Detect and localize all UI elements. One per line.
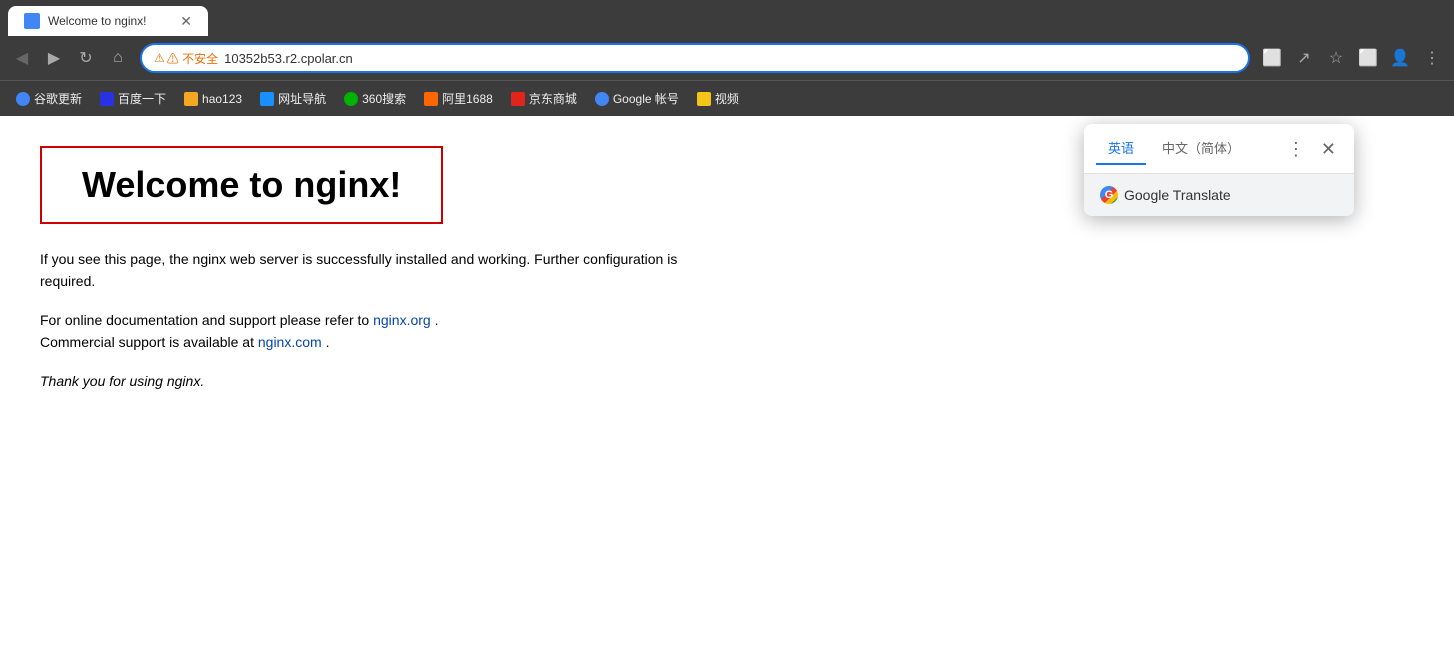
- translate-text: Translate: [1173, 187, 1231, 203]
- translate-popup: 英语 中文（简体） ⋮ ✕ G Google Translate: [1084, 124, 1354, 216]
- bookmark-wangzhi[interactable]: 网址导航: [252, 86, 334, 111]
- cast-button[interactable]: ⬜: [1258, 44, 1286, 72]
- tab-favicon: [24, 13, 40, 29]
- security-warning-text: ⚠ 不安全: [167, 50, 218, 67]
- bookmark-hao123[interactable]: hao123: [176, 88, 250, 110]
- bookmark-ali1688-label: 阿里1688: [442, 90, 493, 107]
- home-button[interactable]: ⌂: [104, 44, 132, 72]
- nav-right-controls: ⬜ ↗ ☆ ⬜ 👤 ⋮: [1258, 44, 1446, 72]
- bookmark-button[interactable]: ☆: [1322, 44, 1350, 72]
- bookmark-baidu[interactable]: 百度一下: [92, 86, 174, 111]
- nginx-p2-text-before: For online documentation and support ple…: [40, 312, 373, 328]
- bookmark-google-account[interactable]: Google 帐号: [587, 86, 687, 111]
- browser-frame: Welcome to nginx! ✕ ◀ ▶ ↻ ⌂ ⚠ ⚠ 不安全 1035…: [0, 0, 1454, 646]
- tab-close-button[interactable]: ✕: [180, 13, 192, 30]
- bookmark-baidu-label: 百度一下: [118, 90, 166, 107]
- nginx-p2-text-after: Commercial support is available at: [40, 334, 258, 350]
- share-button[interactable]: ↗: [1290, 44, 1318, 72]
- tab-title: Welcome to nginx!: [48, 14, 172, 28]
- translate-google-label: Google Translate: [1124, 187, 1231, 203]
- warning-icon: ⚠: [154, 51, 165, 65]
- profile-button[interactable]: 👤: [1386, 44, 1414, 72]
- google-update-icon: [16, 92, 30, 106]
- bookmark-google-update-label: 谷歌更新: [34, 90, 82, 107]
- bookmark-wangzhi-label: 网址导航: [278, 90, 326, 107]
- nginx-thanks-text: Thank you for using nginx.: [40, 373, 204, 389]
- nginx-p2-period: .: [435, 312, 439, 328]
- url-text: 10352b53.r2.cpolar.cn: [224, 51, 1236, 66]
- page-content: Welcome to nginx! If you see this page, …: [0, 116, 1454, 646]
- translate-tab-english[interactable]: 英语: [1096, 132, 1146, 165]
- google-g-icon: G: [1100, 186, 1118, 204]
- nginx-body: If you see this page, the nginx web serv…: [40, 248, 680, 392]
- bookmark-video-label: 视频: [715, 90, 739, 107]
- translate-body: G Google Translate: [1084, 174, 1354, 216]
- hao123-icon: [184, 92, 198, 106]
- nginx-com-link[interactable]: nginx.com: [258, 334, 322, 350]
- translate-close-button[interactable]: ✕: [1315, 138, 1342, 160]
- ali1688-icon: [424, 92, 438, 106]
- nginx-welcome-title: Welcome to nginx!: [82, 164, 401, 206]
- bookmark-ali1688[interactable]: 阿里1688: [416, 86, 501, 111]
- google-account-icon: [595, 92, 609, 106]
- translate-more-button[interactable]: ⋮: [1281, 138, 1311, 160]
- nginx-org-link[interactable]: nginx.org: [373, 312, 431, 328]
- menu-button[interactable]: ⋮: [1418, 44, 1446, 72]
- google-text: Google: [1124, 187, 1169, 203]
- translate-header: 英语 中文（简体） ⋮ ✕: [1084, 124, 1354, 174]
- nginx-p2-dot: .: [326, 334, 330, 350]
- bookmark-jd-label: 京东商城: [529, 90, 577, 107]
- nginx-paragraph-3: Thank you for using nginx.: [40, 370, 680, 392]
- bookmarks-bar: 谷歌更新 百度一下 hao123 网址导航 360搜索 阿里1688 京东商城: [0, 80, 1454, 116]
- security-warning: ⚠ ⚠ 不安全: [154, 50, 218, 67]
- bookmark-video[interactable]: 视频: [689, 86, 747, 111]
- bookmark-360-label: 360搜索: [362, 90, 406, 107]
- nginx-p1-text: If you see this page, the nginx web serv…: [40, 251, 677, 289]
- nginx-paragraph-1: If you see this page, the nginx web serv…: [40, 248, 680, 293]
- back-button[interactable]: ◀: [8, 44, 36, 72]
- video-icon: [697, 92, 711, 106]
- bookmark-jd[interactable]: 京东商城: [503, 86, 585, 111]
- bookmark-google-update[interactable]: 谷歌更新: [8, 86, 90, 111]
- bookmark-google-account-label: Google 帐号: [613, 90, 679, 107]
- jd-icon: [511, 92, 525, 106]
- bookmark-360[interactable]: 360搜索: [336, 86, 414, 111]
- bookmark-hao123-label: hao123: [202, 92, 242, 106]
- active-tab[interactable]: Welcome to nginx! ✕: [8, 6, 208, 36]
- nginx-welcome-box: Welcome to nginx!: [40, 146, 443, 224]
- nginx-paragraph-2: For online documentation and support ple…: [40, 309, 680, 354]
- address-bar[interactable]: ⚠ ⚠ 不安全 10352b53.r2.cpolar.cn: [140, 43, 1250, 73]
- wangzhi-icon: [260, 92, 274, 106]
- 360-icon: [344, 92, 358, 106]
- window-button[interactable]: ⬜: [1354, 44, 1382, 72]
- nav-bar: ◀ ▶ ↻ ⌂ ⚠ ⚠ 不安全 10352b53.r2.cpolar.cn ⬜ …: [0, 36, 1454, 80]
- reload-button[interactable]: ↻: [72, 44, 100, 72]
- translate-google-row: G Google Translate: [1100, 186, 1338, 204]
- tab-bar: Welcome to nginx! ✕: [0, 0, 1454, 36]
- forward-button[interactable]: ▶: [40, 44, 68, 72]
- baidu-icon: [100, 92, 114, 106]
- translate-tab-chinese[interactable]: 中文（简体）: [1150, 132, 1252, 165]
